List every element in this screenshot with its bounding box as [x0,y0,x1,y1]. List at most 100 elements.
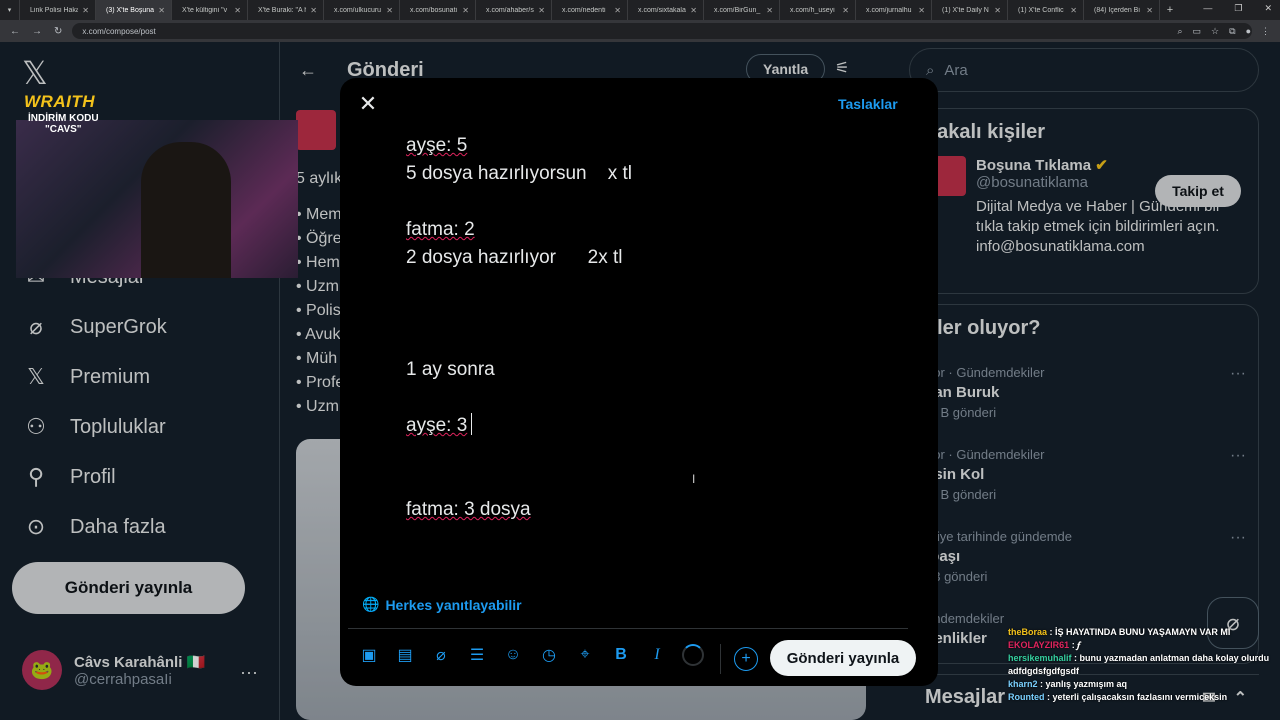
cast-icon[interactable]: ▭ [1193,26,1202,37]
browser-tab[interactable]: x.com/ulkucuru ✕ [324,0,400,20]
close-window-icon[interactable]: ✕ [1264,3,1272,14]
editor-line: 2 dosya hazırlıyor 2x tl [406,247,623,268]
streamer-silhouette [141,142,231,278]
chat-message: theBoraa : İŞ HAYATINDA BUNU YAŞAMAYN VA… [1008,627,1231,637]
url-field[interactable]: x.com/compose/post [72,23,1253,39]
chat-message: Rounted : yeterli çalışacaksın fazlasını… [1008,692,1228,702]
gif-icon[interactable]: ▤ [394,645,416,665]
maximize-icon[interactable]: ❐ [1234,3,1242,14]
chat-message: kharn2 : yanlış yazmışım aq [1008,679,1128,689]
schedule-icon[interactable]: ◷ [538,645,560,665]
reply-permission-label: Herkes yanıtlayabilir [385,596,522,613]
close-tab-icon[interactable]: ✕ [690,6,697,15]
back-icon[interactable]: ← [10,26,20,37]
browser-tab[interactable]: Link Polisi Haka ✕ [20,0,96,20]
close-tab-icon[interactable]: ✕ [462,6,469,15]
forward-icon[interactable]: → [32,26,42,37]
browser-tab[interactable]: x.com/ahaber/s ✕ [476,0,552,20]
address-bar-row: ← → ↻ x.com/compose/post ⌕ ▭ ☆ ⧉ ● ⋮ [0,20,1280,42]
browser-tab-label: (1) X'te Conflic [1018,6,1064,14]
promo-line: "CAVS" [45,124,82,135]
close-tab-icon[interactable]: ✕ [994,6,1001,15]
close-tab-icon[interactable]: ✕ [234,6,241,15]
italic-icon[interactable]: I [646,646,668,664]
close-icon[interactable]: ✕ [356,92,380,116]
divider [720,644,721,674]
nav-buttons: ← → ↻ [0,26,72,37]
browser-tab[interactable]: x.com/h_useyi ✕ [780,0,856,20]
browser-tab[interactable]: (3) X'te Boşuna ✕ [96,0,172,20]
tab-list-button[interactable]: ▾ [0,0,20,20]
browser-tab-label: Link Polisi Haka [30,6,79,14]
location-icon[interactable]: ⌖ [574,646,596,664]
menu-icon[interactable]: ⋮ [1261,26,1270,37]
media-icon[interactable]: ▣ [358,645,380,665]
mouse-cursor-icon: Ι [692,472,696,486]
new-tab-icon[interactable]: + [1160,4,1180,16]
bold-icon[interactable]: B [610,646,632,664]
webcam-overlay [16,120,298,278]
browser-tab-label: x.com/jurnalhu [866,6,912,14]
add-post-icon[interactable]: + [734,647,758,671]
editor-line: fatma: 3 dosya [406,499,531,520]
browser-tab-label: (1) X'te Daily N [942,6,989,14]
browser-tab-label: x.com/BirGun_ [714,6,761,14]
browser-tab-label: x.com/bosunati [410,6,458,14]
close-tab-icon[interactable]: ✕ [386,6,393,15]
editor-line: fatma: 2 [406,219,475,240]
drafts-button[interactable]: Taslaklar [838,96,898,112]
chat-message: hersikemuhalif : bunu yazmadan anlatman … [1008,653,1270,676]
grok-icon[interactable]: ⌀ [430,645,452,665]
browser-tab-label: x.com/nedenti [562,6,606,14]
editor-line: ayşe: 5 [406,135,468,156]
extensions-icon[interactable]: ⧉ [1229,26,1235,37]
browser-tab[interactable]: x.com/bosunati ✕ [400,0,476,20]
browser-tab[interactable]: x.com/nedenti ✕ [552,0,628,20]
close-tab-icon[interactable]: ✕ [1070,6,1077,15]
browser-tab[interactable]: x.com/sixtakala ✕ [628,0,704,20]
browser-tab[interactable]: x.com/BirGun_ ✕ [704,0,780,20]
post-text-editor[interactable]: ayşe: 5 5 dosya hazırlıyorsun x tl fatma… [406,132,906,524]
bookmark-star-icon[interactable]: ☆ [1211,26,1219,37]
close-tab-icon[interactable]: ✕ [614,6,621,15]
promo-code: İNDİRİM KODU "CAVS" [28,113,99,135]
reply-permission-button[interactable]: 🌐 Herkes yanıtlayabilir [362,596,522,613]
close-tab-icon[interactable]: ✕ [766,6,773,15]
close-tab-icon[interactable]: ✕ [538,6,545,15]
browser-tab[interactable]: X'te kültigini "v ✕ [172,0,248,20]
close-tab-icon[interactable]: ✕ [158,6,165,15]
browser-tab[interactable]: (1) X'te Daily N ✕ [932,0,1008,20]
browser-tab-label: x.com/h_useyi [790,6,835,14]
browser-tab[interactable]: X'te Buraki: "A h ✕ [248,0,324,20]
browser-tab[interactable]: (84) İçerden Bi ✕ [1084,0,1160,20]
browser-tab-strip: ▾ Link Polisi Haka ✕ (3) X'te Boşuna ✕ X'te … [0,0,1280,20]
window-controls: — ❐ ✕ [1203,3,1272,14]
profile-avatar-icon[interactable]: ● [1246,26,1251,37]
close-tab-icon[interactable]: ✕ [310,6,317,15]
compose-toolbar: ▣ ▤ ⌀ ☰ ☺ ◷ ⌖ B I [358,644,704,666]
browser-tab[interactable]: (1) X'te Conflic ✕ [1008,0,1084,20]
text-caret [471,413,473,435]
reload-icon[interactable]: ↻ [54,26,62,37]
divider [348,628,908,629]
editor-line: ayşe: 3 [406,412,906,440]
close-tab-icon[interactable]: ✕ [82,6,89,15]
publish-button[interactable]: Gönderi yayınla [770,640,916,676]
zoom-icon[interactable]: ⌕ [1177,26,1182,37]
browser-tab-label: (84) İçerden Bi [1094,6,1140,14]
emoji-icon[interactable]: ☺ [502,646,524,664]
poll-icon[interactable]: ☰ [466,645,488,665]
close-tab-icon[interactable]: ✕ [918,6,925,15]
browser-tab-label: x.com/ahaber/s [486,6,534,14]
browser-tab[interactable]: x.com/jurnalhu ✕ [856,0,932,20]
browser-tab-label: X'te Buraki: "A h [258,6,307,14]
close-tab-icon[interactable]: ✕ [1146,6,1153,15]
close-tab-icon[interactable]: ✕ [842,6,849,15]
minimize-icon[interactable]: — [1203,3,1212,14]
